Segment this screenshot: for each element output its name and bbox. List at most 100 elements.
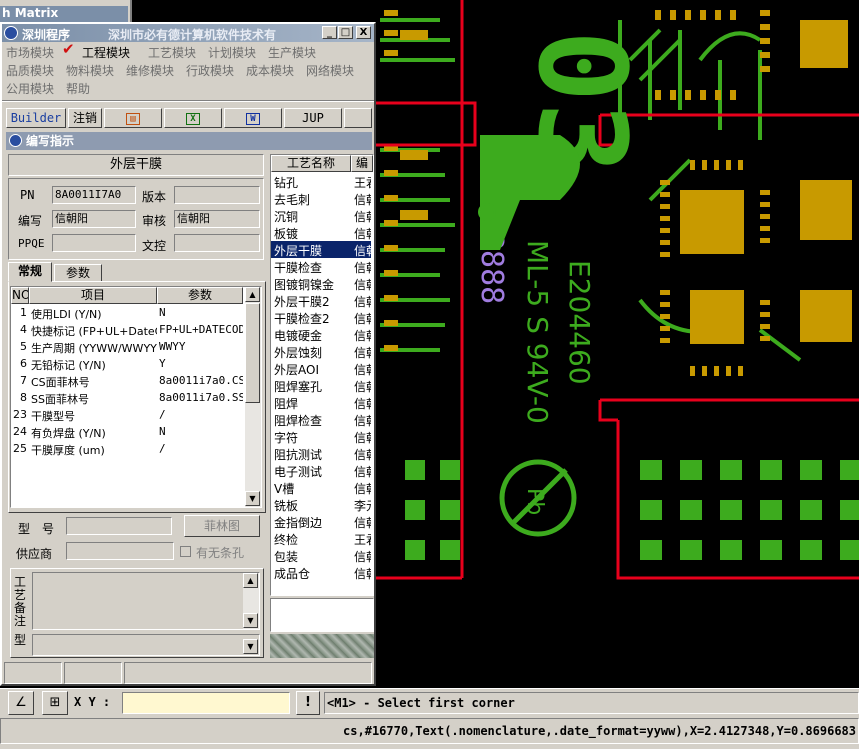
table-row[interactable]: 5 生产周期 (YYWW/WWYY) WWYY [11,339,245,356]
reviewer-field[interactable]: 信朝阳 [174,210,260,228]
process-item[interactable]: 外层蚀刻 信朝 [271,343,371,360]
process-item[interactable]: 电子测试 信朝 [271,462,371,479]
col-value-header[interactable]: 参数 [157,287,243,304]
process-item[interactable]: 外层AOI 信朝 [271,360,371,377]
film-button[interactable]: 菲林图 [184,515,260,537]
process-item[interactable]: 终检 王君 [271,530,371,547]
menu-market[interactable]: 市场模块 [6,44,54,61]
col-no-header[interactable]: NO [11,287,29,304]
toolbar-extra-button[interactable] [344,108,372,128]
process-item[interactable]: 干膜检查2 信朝 [271,309,371,326]
process-item[interactable]: 去毛刺 信朝 [271,190,371,207]
process-item[interactable]: 包装 信朝 [271,547,371,564]
process-owner-header[interactable]: 编 [351,155,373,172]
background-window[interactable]: h Matrix [0,0,132,24]
control-field[interactable] [174,234,260,252]
tab-general[interactable]: 常规 [8,262,52,282]
export-button[interactable]: ▤ [104,108,162,128]
close-button[interactable]: X [356,26,371,39]
process-name: 电子测试 [274,465,323,479]
process-item[interactable]: 外层干膜2 信朝 [271,292,371,309]
process-item[interactable]: 电镀硬金 信朝 [271,326,371,343]
menu-engineering[interactable]: 工程模块 [82,44,130,61]
word-button[interactable]: W [224,108,282,128]
process-note-field[interactable] [270,598,374,632]
table-row[interactable]: 7 CS面菲林号 8a0011i7a0.CS [11,373,245,390]
title-bar[interactable]: 深圳程序 深圳市必有德计算机软件技术有 _ □ X [2,24,374,42]
process-item[interactable]: 板镀 信朝 [271,224,371,241]
table-row[interactable]: 25 干膜厚度 (um) / [11,441,245,458]
excel-button[interactable]: X [164,108,222,128]
process-item[interactable]: 成品仓 信朝 [271,564,371,581]
menu-admin[interactable]: 行政模块 [186,62,234,79]
thumbnail-image [270,634,374,658]
logout-button[interactable]: 注销 [68,108,102,128]
menu-production[interactable]: 生产模块 [268,44,316,61]
remark-scrollbar[interactable]: ▲ ▼ [243,573,259,629]
process-item[interactable]: 阻焊塞孔 信朝 [271,377,371,394]
process-item[interactable]: 钻孔 王君 [271,173,371,190]
process-item[interactable]: 外层干膜 信朝 [271,241,371,258]
scroll-up-icon[interactable]: ▲ [245,287,260,302]
table-row[interactable]: 24 有负焊盘 (Y/N) N [11,424,245,441]
author-field[interactable]: 信朝阳 [52,210,136,228]
remark-scroll-down-icon[interactable]: ▼ [243,613,258,628]
table-row[interactable]: 8 SS面菲林号 8a0011i7a0.SS [11,390,245,407]
version-field[interactable] [174,186,260,204]
process-item[interactable]: 阻焊 信朝 [271,394,371,411]
process-name-header[interactable]: 工艺名称 [271,155,351,172]
app-window[interactable]: 深圳程序 深圳市必有德计算机软件技术有 _ □ X 市场模块 ✔ 工程模块 工艺… [0,22,376,686]
cell-value: 8a0011i7a0.SS [159,391,243,404]
cell-value: 8a0011i7a0.CS [159,374,243,387]
params-grid[interactable]: NO 项目 参数 1 使用LDI (Y/N) N 4 快捷标记 (FP+UL+DateC… [10,286,262,508]
remark-textarea[interactable]: ▲ ▼ [32,572,260,630]
ppqe-field[interactable] [52,234,136,252]
process-item[interactable]: 金指倒边 信朝 [271,513,371,530]
type-textarea[interactable]: ▼ [32,634,260,656]
process-item[interactable]: 沉铜 信朝 [271,207,371,224]
col-item-header[interactable]: 项目 [29,287,157,304]
menu-maintenance[interactable]: 维修模块 [126,62,174,79]
xy-input[interactable] [122,692,290,714]
remark-scroll-up-icon[interactable]: ▲ [243,573,258,588]
process-item[interactable]: 干膜检查 信朝 [271,258,371,275]
pn-field[interactable]: 8A0011I7A0 [52,186,136,204]
process-item[interactable]: 阻抗测试 信朝 [271,445,371,462]
menu-quality[interactable]: 品质模块 [6,62,54,79]
scroll-down-icon[interactable]: ▼ [245,491,260,506]
menu-planning[interactable]: 计划模块 [208,44,256,61]
menu-common[interactable]: 公用模块 [6,80,54,97]
table-row[interactable]: 6 无铅标记 (Y/N) Y [11,356,245,373]
grid-button[interactable]: ⊞ [42,691,68,715]
model-field[interactable] [66,517,172,535]
maximize-button[interactable]: □ [338,26,353,39]
process-item[interactable]: 图镀铜镍金 信朝 [271,275,371,292]
params-scrollbar[interactable]: ▲ ▼ [245,287,261,507]
process-item[interactable]: 字符 信朝 [271,428,371,445]
tab-params[interactable]: 参数 [54,264,102,282]
menu-cost[interactable]: 成本模块 [246,62,294,79]
process-item[interactable]: V槽 信朝 [271,479,371,496]
table-row[interactable]: 1 使用LDI (Y/N) N [11,305,245,322]
scroll-thumb[interactable] [245,303,260,403]
table-row[interactable]: 4 快捷标记 (FP+UL+DateC FP+UL+DATECODE [11,322,245,339]
process-item[interactable]: 铣板 李元 [271,496,371,513]
cell-item: 快捷标记 (FP+UL+DateC [31,325,157,338]
jup-button[interactable]: JUP [284,108,342,128]
process-name: 包装 [274,550,299,564]
slot-checkbox[interactable] [180,546,191,557]
menu-material[interactable]: 物料模块 [66,62,114,79]
cell-no: 8 [20,391,27,404]
menu-network[interactable]: 网络模块 [306,62,354,79]
type-scroll-down-icon[interactable]: ▼ [243,639,258,654]
menu-process[interactable]: 工艺模块 [148,44,196,61]
builder-button[interactable]: Builder [6,108,66,128]
snap-angle-button[interactable]: ∠ [8,691,34,715]
alert-button[interactable]: ! [296,691,320,715]
table-row[interactable]: 23 干膜型号 / [11,407,245,424]
minimize-button[interactable]: _ [322,26,337,39]
supplier-field[interactable] [66,542,174,560]
process-item[interactable]: 阻焊检查 信朝 [271,411,371,428]
menu-help[interactable]: 帮助 [66,80,90,97]
process-list[interactable]: 工艺名称 编 钻孔王君去毛刺信朝沉铜信朝板镀信朝外层干膜信朝干膜检查信朝图镀铜镍… [270,154,374,596]
